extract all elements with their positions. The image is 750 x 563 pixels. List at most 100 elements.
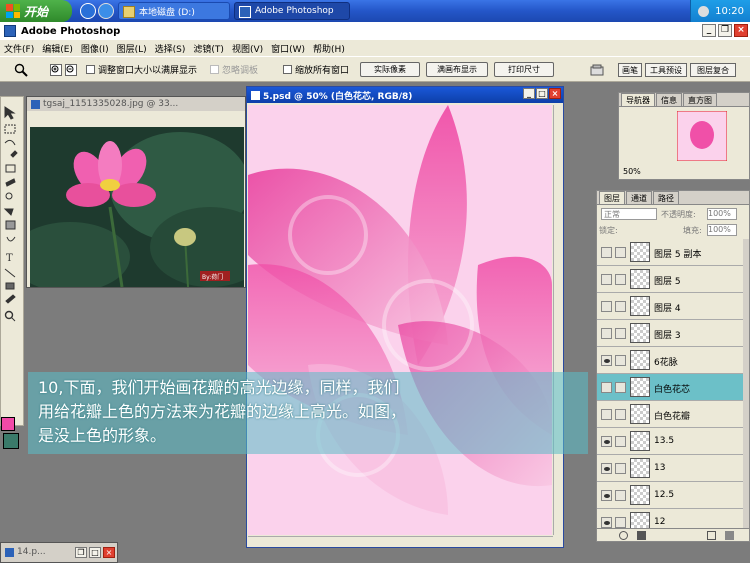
brush-link-icon[interactable] <box>615 490 626 501</box>
horizontal-scrollbar[interactable] <box>248 536 553 547</box>
close-button[interactable]: × <box>734 24 748 37</box>
restore-button[interactable]: ❐ <box>718 24 732 37</box>
zoom-all-checkbox[interactable] <box>283 65 292 74</box>
brush-link-icon[interactable] <box>615 409 626 420</box>
opacity-label: 不透明度: <box>661 210 696 219</box>
document-title-bar-photo[interactable]: tgsaj_1151335028.jpg @ 33... <box>27 97 245 111</box>
layer-mask-icon[interactable] <box>637 531 646 540</box>
eye-icon[interactable] <box>601 328 612 339</box>
ignore-palettes-option[interactable]: 忽略调板 <box>210 62 258 77</box>
fit-screen-button[interactable]: 满画布显示 <box>426 62 488 77</box>
eye-icon[interactable] <box>601 247 612 258</box>
eye-icon[interactable] <box>601 301 612 312</box>
brush-link-icon[interactable] <box>615 328 626 339</box>
layers-scrollbar[interactable] <box>743 239 749 529</box>
dock-tab-layer-comps[interactable]: 图层复合 <box>690 63 736 77</box>
menu-select[interactable]: 选择(S) <box>155 42 186 55</box>
brush-link-icon[interactable] <box>615 247 626 258</box>
layer-row[interactable]: 白色花芯 <box>597 374 747 401</box>
blend-mode-select[interactable]: 正常 <box>601 208 657 220</box>
brush-link-icon[interactable] <box>615 517 626 528</box>
start-button[interactable]: 开始 <box>0 0 72 22</box>
tab-navigator[interactable]: 导航器 <box>621 93 655 106</box>
eye-icon[interactable] <box>601 409 612 420</box>
layer-row[interactable]: 图层 5 副本 <box>597 239 747 266</box>
layer-row[interactable]: 图层 4 <box>597 293 747 320</box>
layer-style-icon[interactable] <box>619 531 628 540</box>
layer-row[interactable]: 6花脉 <box>597 347 747 374</box>
layer-row[interactable]: 13 <box>597 455 747 482</box>
minimize-button[interactable]: _ <box>702 24 716 37</box>
menu-layer[interactable]: 图层(L) <box>117 42 147 55</box>
document-title-bar-main[interactable]: 5.psd @ 50% (白色花芯, RGB/8) _ □ × <box>247 87 563 103</box>
layer-row[interactable]: 12.5 <box>597 482 747 509</box>
minimized-maximize-button[interactable]: □ <box>89 547 101 558</box>
resize-windows-checkbox[interactable] <box>86 65 95 74</box>
trash-icon[interactable] <box>725 531 734 540</box>
foreground-color-swatch[interactable] <box>1 417 15 431</box>
vertical-scrollbar[interactable] <box>553 105 563 535</box>
desktop-icon[interactable] <box>98 3 114 19</box>
ie-icon[interactable] <box>80 3 96 19</box>
tool-icons[interactable]: T <box>1 103 23 423</box>
layer-row[interactable]: 白色花瓣 <box>597 401 747 428</box>
task-button-photoshop[interactable]: Adobe Photoshop <box>234 2 350 20</box>
dock-tab-tool-presets[interactable]: 工具预设 <box>645 63 687 77</box>
task-button-disk[interactable]: 本地磁盘 (D:) <box>118 2 230 20</box>
zoom-tool-icon[interactable] <box>14 62 28 77</box>
zoom-out-icon[interactable] <box>65 62 77 77</box>
tab-info[interactable]: 信息 <box>656 93 682 106</box>
background-color-swatch[interactable] <box>3 433 19 449</box>
brush-link-icon[interactable] <box>615 274 626 285</box>
menu-image[interactable]: 图像(I) <box>81 42 109 55</box>
brush-link-icon[interactable] <box>615 463 626 474</box>
navigator-zoom[interactable]: 50% <box>623 167 641 176</box>
file-browser-icon[interactable] <box>590 62 604 77</box>
doc-close-button[interactable]: × <box>549 88 561 99</box>
tab-layers[interactable]: 图层 <box>599 191 625 204</box>
tab-paths[interactable]: 路径 <box>653 191 679 204</box>
zoom-all-option[interactable]: 缩放所有窗口 <box>283 62 349 77</box>
eye-icon[interactable] <box>601 355 612 366</box>
navigator-thumbnail[interactable] <box>677 111 727 161</box>
fill-input[interactable]: 100% <box>707 224 737 236</box>
tab-histogram[interactable]: 直方图 <box>683 93 717 106</box>
menu-file[interactable]: 文件(F) <box>4 42 34 55</box>
layer-row[interactable]: 13.5 <box>597 428 747 455</box>
dock-tab-brushes[interactable]: 画笔 <box>618 63 642 77</box>
brush-link-icon[interactable] <box>615 301 626 312</box>
layer-row[interactable]: 图层 3 <box>597 320 747 347</box>
menu-window[interactable]: 窗口(W) <box>271 42 305 55</box>
opacity-input[interactable]: 100% <box>707 208 737 220</box>
minimized-document[interactable]: 14.p... ❐ □ × <box>0 542 118 563</box>
minimized-restore-button[interactable]: ❐ <box>75 547 87 558</box>
layer-row[interactable]: 图层 5 <box>597 266 747 293</box>
ignore-palettes-checkbox[interactable] <box>210 65 219 74</box>
eye-icon[interactable] <box>601 490 612 501</box>
document-window-photo[interactable]: tgsaj_1151335028.jpg @ 33... By:荷门 <box>26 96 246 288</box>
menu-view[interactable]: 视图(V) <box>232 42 263 55</box>
menu-help[interactable]: 帮助(H) <box>313 42 345 55</box>
eye-icon[interactable] <box>601 517 612 528</box>
resize-windows-option[interactable]: 调整窗口大小以满屏显示 <box>86 62 197 77</box>
doc-maximize-button[interactable]: □ <box>536 88 548 99</box>
eye-icon[interactable] <box>601 436 612 447</box>
print-size-button[interactable]: 打印尺寸 <box>494 62 554 77</box>
menu-edit[interactable]: 编辑(E) <box>42 42 73 55</box>
brush-link-icon[interactable] <box>615 382 626 393</box>
menu-filter[interactable]: 滤镜(T) <box>193 42 224 55</box>
document-window-main[interactable]: 5.psd @ 50% (白色花芯, RGB/8) _ □ × <box>246 86 564 548</box>
doc-minimize-button[interactable]: _ <box>523 88 535 99</box>
actual-pixels-button[interactable]: 实际像素 <box>360 62 420 77</box>
eye-icon[interactable] <box>601 382 612 393</box>
brush-link-icon[interactable] <box>615 436 626 447</box>
tray-icon[interactable] <box>698 5 710 17</box>
canvas[interactable] <box>248 105 552 535</box>
eye-icon[interactable] <box>601 274 612 285</box>
brush-link-icon[interactable] <box>615 355 626 366</box>
eye-icon[interactable] <box>601 463 612 474</box>
zoom-in-icon[interactable] <box>50 62 62 77</box>
tab-channels[interactable]: 通道 <box>626 191 652 204</box>
new-layer-icon[interactable] <box>707 531 716 540</box>
minimized-close-button[interactable]: × <box>103 547 115 558</box>
